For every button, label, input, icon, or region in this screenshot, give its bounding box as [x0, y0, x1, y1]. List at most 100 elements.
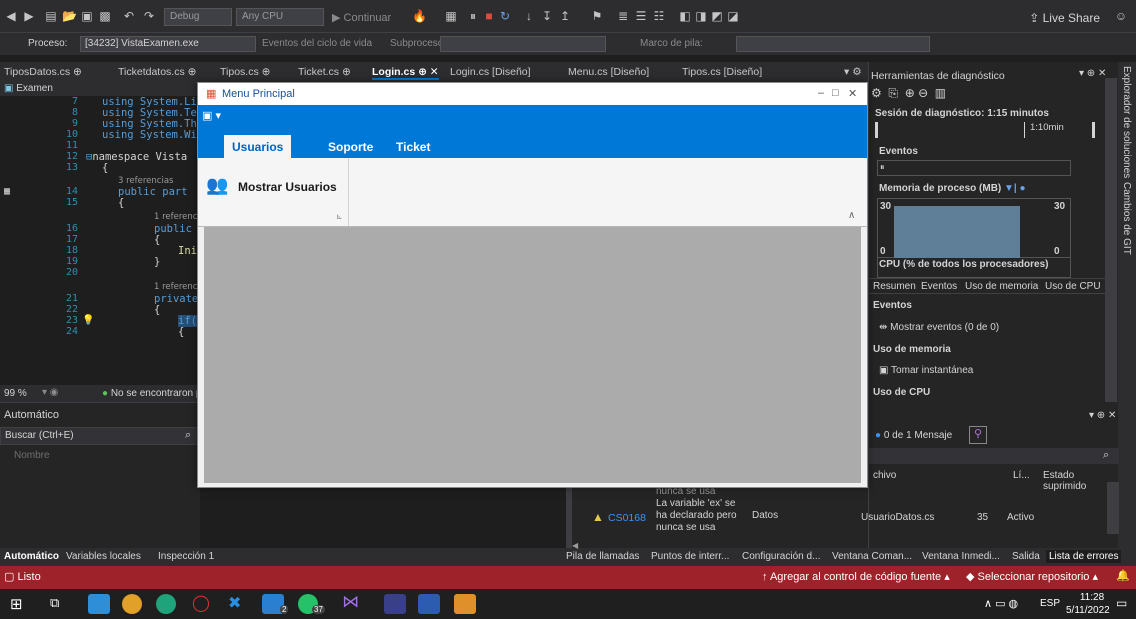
- edge-icon[interactable]: [156, 594, 176, 614]
- hot-reload-icon[interactable]: 🔥: [412, 9, 427, 23]
- bookmark-folder-icon[interactable]: ◪: [726, 9, 740, 23]
- show-events-link[interactable]: ⇹ Mostrar eventos (0 de 0): [879, 322, 999, 333]
- tab-soporte[interactable]: Soporte: [320, 135, 381, 158]
- mdi-client-area[interactable]: [204, 227, 861, 483]
- app-icon[interactable]: [384, 594, 406, 614]
- solution-explorer-tab[interactable]: Explorador de soluciones: [1121, 66, 1132, 178]
- vscode-icon[interactable]: ✖: [228, 593, 241, 613]
- diag-toolbar-icons[interactable]: ⚙ ⎘ ⊕ ⊖ ▥: [871, 86, 946, 101]
- git-changes-tab[interactable]: Cambios de GIT: [1121, 182, 1132, 255]
- tab-ticketdatos[interactable]: Ticketdatos.cs ⊕: [118, 66, 196, 78]
- word-icon[interactable]: [418, 594, 440, 614]
- timeline-ruler[interactable]: 1:10min: [875, 122, 1095, 138]
- error-code-link[interactable]: CS0168: [608, 512, 646, 524]
- tab-command-window[interactable]: Ventana Coman...: [832, 551, 912, 562]
- clock-date[interactable]: 5/11/2022: [1066, 605, 1110, 616]
- bookmark-icon[interactable]: ⚑: [590, 9, 604, 23]
- window-title-bar[interactable]: ▦ Menu Principal – □ ✕: [198, 83, 867, 105]
- tab-login-active[interactable]: Login.cs ⊕ ✕: [372, 66, 439, 80]
- column-header-name[interactable]: Nombre: [14, 450, 50, 461]
- lightbulb-icon[interactable]: 💡: [82, 315, 94, 326]
- select-repo-button[interactable]: ◆ Seleccionar repositorio ▴: [966, 570, 1098, 583]
- tab-breakpoints[interactable]: Puntos de interr...: [651, 551, 729, 562]
- column-file[interactable]: chivo: [873, 470, 896, 481]
- save-icon[interactable]: ▣: [80, 9, 94, 23]
- column-line[interactable]: Lí...: [1013, 470, 1030, 481]
- bookmark-next-icon[interactable]: ◨: [694, 9, 708, 23]
- scroll-left-icon[interactable]: ◀: [572, 541, 578, 550]
- lifecycle-events[interactable]: Eventos del ciclo de vida: [262, 38, 372, 49]
- start-icon[interactable]: ⊞: [10, 595, 23, 613]
- open-icon[interactable]: 📂: [62, 9, 77, 23]
- search-icon[interactable]: ⌕: [185, 429, 191, 442]
- clock-time[interactable]: 11:28: [1074, 592, 1110, 603]
- events-track[interactable]: ⏸: [877, 160, 1071, 176]
- subtab-memory[interactable]: Uso de memoria: [965, 281, 1038, 292]
- close-button[interactable]: ✕: [848, 87, 857, 100]
- tab-tipos-design[interactable]: Tipos.cs [Diseño]: [682, 66, 762, 78]
- file-explorer-icon[interactable]: [88, 594, 110, 614]
- visual-studio-icon[interactable]: ⋈: [342, 592, 359, 612]
- source-control-button[interactable]: ↑ Agregar al control de código fuente ▴: [762, 570, 950, 583]
- quick-access-icon[interactable]: ▣ ▾: [202, 109, 221, 122]
- tray-icons[interactable]: ∧ ▭ ◍: [984, 597, 1018, 610]
- subtab-cpu[interactable]: Uso de CPU: [1045, 281, 1101, 292]
- continue-button[interactable]: ▶ Continuar: [332, 11, 391, 24]
- zoom-dropdown-icon[interactable]: ▾ ◉: [42, 387, 59, 398]
- subtab-summary[interactable]: Resumen: [873, 281, 916, 292]
- comment-icon[interactable]: ☰: [634, 9, 648, 23]
- notifications-icon[interactable]: 🔔: [1116, 569, 1130, 582]
- language-indicator[interactable]: ESP: [1040, 598, 1060, 609]
- tab-tiposdatos[interactable]: TiposDatos.cs ⊕: [4, 66, 82, 78]
- task-view-icon[interactable]: ⧉: [50, 595, 59, 611]
- winforms-app-icon[interactable]: [454, 594, 476, 614]
- tab-ticket[interactable]: Ticket.cs ⊕: [298, 66, 351, 78]
- platform-dropdown[interactable]: Any CPU: [236, 8, 324, 26]
- process-dropdown[interactable]: [34232] VistaExamen.exe: [80, 36, 256, 52]
- error-scrollbar[interactable]: [1107, 482, 1119, 534]
- code-lens[interactable]: 3 referencias: [118, 176, 173, 186]
- autos-search-input[interactable]: Buscar (Ctrl+E) ⌕: [0, 427, 200, 445]
- project-dropdown[interactable]: ▣ Examen: [4, 83, 53, 94]
- code-lens[interactable]: 1 referenc: [154, 212, 197, 222]
- step-over-icon[interactable]: ↓: [522, 9, 536, 23]
- config-dropdown[interactable]: Debug: [164, 8, 232, 26]
- action-center-icon[interactable]: ▭: [1116, 596, 1127, 610]
- window-pin-close-icons[interactable]: ▾ ⊕ ✕: [1079, 68, 1106, 79]
- bookmark-prev-icon[interactable]: ◧: [678, 9, 692, 23]
- redo-icon[interactable]: ↷: [142, 9, 156, 23]
- step-out-icon[interactable]: ↥: [558, 9, 572, 23]
- diag-scrollbar[interactable]: [1105, 78, 1117, 402]
- tab-tipos[interactable]: Tipos.cs ⊕: [220, 66, 270, 78]
- tab-login-design[interactable]: Login.cs [Diseño]: [450, 66, 531, 78]
- filter-icon[interactable]: ⚲: [969, 426, 987, 444]
- feedback-icon[interactable]: ☺: [1114, 9, 1128, 23]
- error-search-input[interactable]: ⌕: [869, 448, 1119, 464]
- tab-watch[interactable]: Inspección 1: [158, 551, 214, 562]
- bookmark-clear-icon[interactable]: ◩: [710, 9, 724, 23]
- tab-menu-design[interactable]: Menu.cs [Diseño]: [568, 66, 649, 78]
- issues-indicator[interactable]: ● No se encontraron p: [102, 388, 201, 399]
- tab-menu-icon[interactable]: ▾ ⚙: [844, 66, 862, 78]
- undo-icon[interactable]: ↶: [122, 9, 136, 23]
- minimize-button[interactable]: –: [818, 87, 824, 99]
- tab-call-stack[interactable]: Pila de llamadas: [566, 551, 639, 562]
- collapse-ribbon-icon[interactable]: ∧: [848, 210, 855, 221]
- tab-ticket[interactable]: Ticket: [388, 135, 438, 158]
- thread-dropdown[interactable]: [440, 36, 606, 52]
- code-lens[interactable]: 1 referenc: [154, 282, 197, 292]
- stop-icon[interactable]: ■: [482, 9, 496, 23]
- tab-autos[interactable]: Automático: [4, 551, 59, 562]
- back-icon[interactable]: ◀: [4, 9, 18, 23]
- chrome-icon[interactable]: [122, 594, 142, 614]
- tab-immediate-window[interactable]: Ventana Inmedi...: [922, 551, 1000, 562]
- tab-exception-settings[interactable]: Configuración d...: [742, 551, 820, 562]
- opera-icon[interactable]: ◯: [192, 593, 210, 613]
- new-project-icon[interactable]: ▤: [44, 9, 58, 23]
- tab-error-list[interactable]: Lista de errores: [1046, 550, 1122, 563]
- tab-usuarios[interactable]: Usuarios: [224, 135, 292, 158]
- forward-icon[interactable]: ▶: [22, 9, 36, 23]
- maximize-button[interactable]: □: [832, 87, 839, 99]
- diag-icon[interactable]: ▦: [444, 9, 458, 23]
- messages-filter[interactable]: ● 0 de 1 Mensaje: [875, 430, 952, 441]
